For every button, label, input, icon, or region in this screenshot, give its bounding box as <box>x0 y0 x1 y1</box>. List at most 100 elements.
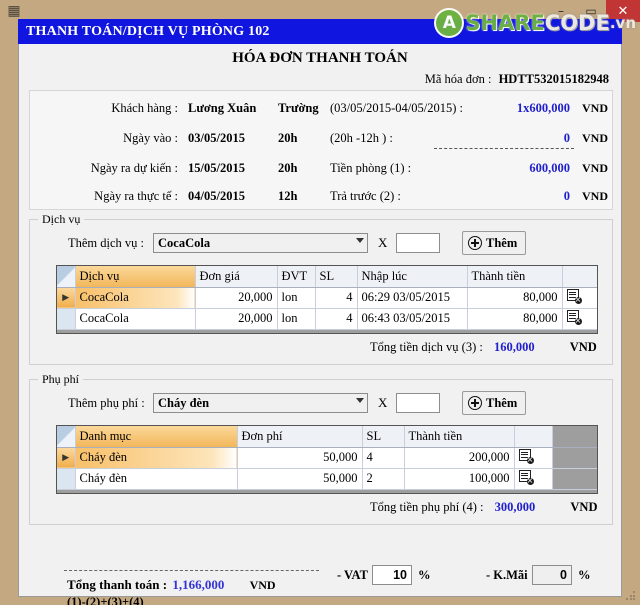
cell-service-unit[interactable]: lon <box>277 308 316 330</box>
grand-total-divider <box>64 570 319 571</box>
info-amount: 0 <box>563 189 570 203</box>
service-select-value: CocaCola <box>158 236 211 250</box>
cell-service-qty[interactable]: 4 <box>315 287 358 309</box>
surcharges-add-button[interactable]: Thêm <box>462 391 527 415</box>
column-header-qty[interactable]: SL <box>315 266 358 288</box>
select-all-corner[interactable] <box>57 426 76 448</box>
row-selector[interactable]: ▶ <box>57 287 76 309</box>
select-all-corner[interactable] <box>57 266 76 288</box>
surcharges-picker-label: Thêm phụ phí : <box>68 396 145 410</box>
column-header-price[interactable]: Đơn giá <box>195 266 278 288</box>
surcharges-grid[interactable]: Danh mục Đơn phí SL Thành tiền ▶ Cháy đè… <box>56 425 598 494</box>
info-value-primary: 04/05/2015 <box>188 189 245 203</box>
invoice-code: Mã hóa đơn : HDTT532015182948 <box>425 72 609 87</box>
cell-filler <box>552 447 597 469</box>
service-select[interactable]: CocaCola <box>153 233 368 253</box>
column-header-category[interactable]: Danh mục <box>75 426 238 448</box>
column-header-unit[interactable]: ĐVT <box>277 266 316 288</box>
table-row[interactable]: ▶ CocaCola 20,000 lon 4 06:29 03/05/2015… <box>57 287 597 309</box>
info-currency: VND <box>582 189 608 203</box>
cell-surcharge-name[interactable]: Cháy đèn <box>75 468 238 490</box>
delete-row-icon[interactable] <box>518 469 534 488</box>
surcharges-total: Tổng tiền phụ phí (4) : 300,000 VND <box>370 500 598 515</box>
info-value-primary: Lương Xuân <box>188 101 257 115</box>
column-header-filler <box>552 426 597 448</box>
surcharges-total-currency: VND <box>570 500 598 514</box>
delete-row-icon[interactable] <box>566 309 582 328</box>
info-amount: 1x600,000 <box>516 101 570 115</box>
table-row[interactable]: CocaCola 20,000 lon 4 06:43 03/05/2015 8… <box>57 308 597 330</box>
vat-input[interactable] <box>372 565 412 585</box>
cell-service-delete[interactable] <box>562 287 597 309</box>
services-total-currency: VND <box>569 340 597 354</box>
column-header-amount[interactable]: Thành tiền <box>404 426 515 448</box>
services-table: Dịch vụ Đơn giá ĐVT SL Nhập lúc Thành ti… <box>57 266 597 330</box>
column-header-time[interactable]: Nhập lúc <box>357 266 468 288</box>
surcharges-total-label: Tổng tiền phụ phí (4) : <box>370 500 484 514</box>
cell-service-unit[interactable]: lon <box>277 287 316 309</box>
services-add-button[interactable]: Thêm <box>462 231 527 255</box>
column-header-amount[interactable]: Thành tiền <box>467 266 563 288</box>
delete-row-icon[interactable] <box>566 288 582 307</box>
cell-service-name[interactable]: CocaCola <box>75 308 196 330</box>
surcharge-select-value: Cháy đèn <box>158 396 210 410</box>
form-body: HÓA ĐƠN THANH TOÁN Mã hóa đơn : HDTT5320… <box>18 44 622 605</box>
cell-surcharge-fee[interactable]: 50,000 <box>237 468 363 490</box>
services-quantity-input[interactable] <box>396 233 440 253</box>
cell-surcharge-delete[interactable] <box>514 468 553 490</box>
promo-label: - K.Mãi <box>486 568 528 582</box>
services-header-row: Dịch vụ Đơn giá ĐVT SL Nhập lúc Thành ti… <box>57 266 597 288</box>
cell-surcharge-name[interactable]: Cháy đèn <box>75 447 238 469</box>
cell-service-time[interactable]: 06:29 03/05/2015 <box>357 287 468 309</box>
cell-service-time[interactable]: 06:43 03/05/2015 <box>357 308 468 330</box>
cell-surcharge-total[interactable]: 100,000 <box>404 468 515 490</box>
vat-percent-sign: % <box>418 568 431 582</box>
info-label: Ngày vào : <box>123 131 178 145</box>
surcharges-quantity-input[interactable] <box>396 393 440 413</box>
cell-service-name[interactable]: CocaCola <box>75 287 196 309</box>
cell-surcharge-qty[interactable]: 2 <box>362 468 405 490</box>
info-value-primary: 03/05/2015 <box>188 131 245 145</box>
row-selector[interactable] <box>57 468 76 490</box>
logo-code-text: CODE <box>544 11 610 35</box>
row-selector[interactable] <box>57 308 76 330</box>
info-label: Khách hàng : <box>111 101 178 115</box>
window-app-icon: ▦ <box>7 4 21 19</box>
grand-total-formula: (1)-(2)+(3)+(4) <box>67 595 144 605</box>
cell-service-price[interactable]: 20,000 <box>195 308 278 330</box>
surcharges-legend: Phụ phí <box>38 372 84 387</box>
info-value-primary: 15/05/2015 <box>188 161 245 175</box>
table-row[interactable]: Cháy đèn 50,000 2 100,000 <box>57 468 597 490</box>
row-selector[interactable]: ▶ <box>57 447 76 469</box>
cell-surcharge-total[interactable]: 200,000 <box>404 447 515 469</box>
column-header-qty[interactable]: SL <box>362 426 405 448</box>
cell-filler <box>552 468 597 490</box>
info-currency: VND <box>582 101 608 115</box>
cell-service-total[interactable]: 80,000 <box>467 308 563 330</box>
grand-total-label: Tổng thanh toán : <box>67 577 168 592</box>
column-header-service[interactable]: Dịch vụ <box>75 266 196 288</box>
cell-service-delete[interactable] <box>562 308 597 330</box>
delete-row-icon[interactable] <box>518 448 534 467</box>
cell-surcharge-fee[interactable]: 50,000 <box>237 447 363 469</box>
resize-grip[interactable] <box>625 590 637 602</box>
cell-service-price[interactable]: 20,000 <box>195 287 278 309</box>
cell-service-total[interactable]: 80,000 <box>467 287 563 309</box>
table-row[interactable]: ▶ Cháy đèn 50,000 4 200,000 <box>57 447 597 469</box>
services-grid[interactable]: Dịch vụ Đơn giá ĐVT SL Nhập lúc Thành ti… <box>56 265 598 334</box>
cell-surcharge-delete[interactable] <box>514 447 553 469</box>
cell-service-qty[interactable]: 4 <box>315 308 358 330</box>
chevron-down-icon <box>356 238 364 243</box>
services-total: Tổng tiền dịch vụ (3) : 160,000 VND <box>370 340 597 355</box>
services-legend: Dịch vụ <box>38 212 85 227</box>
promo-input[interactable] <box>532 565 572 585</box>
vat-label: - VAT <box>337 568 368 582</box>
info-value-secondary: 12h <box>278 189 298 203</box>
info-label: Ngày ra thực tế : <box>94 189 178 203</box>
info-currency: VND <box>582 161 608 175</box>
info-value-secondary: 20h <box>278 161 298 175</box>
info-label: Ngày ra dự kiến : <box>90 161 178 175</box>
surcharge-select[interactable]: Cháy đèn <box>153 393 368 413</box>
cell-surcharge-qty[interactable]: 4 <box>362 447 405 469</box>
column-header-fee[interactable]: Đơn phí <box>237 426 363 448</box>
